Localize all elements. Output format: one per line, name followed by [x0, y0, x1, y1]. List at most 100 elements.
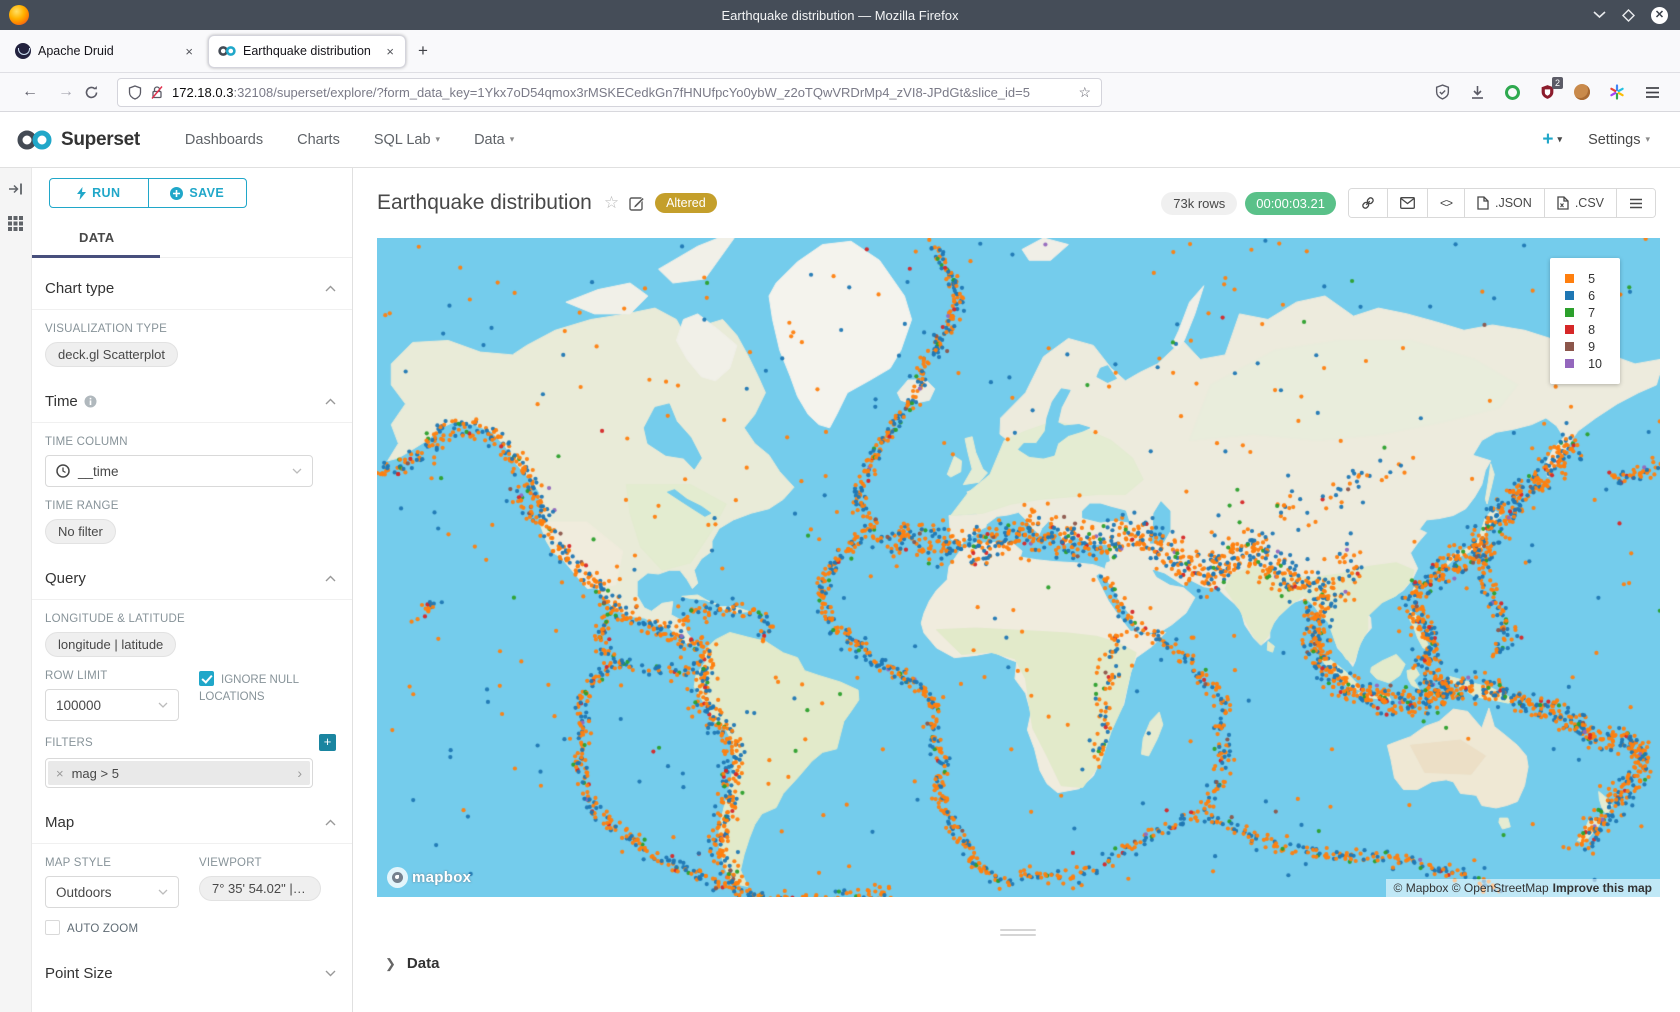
- viewport-label: VIEWPORT: [199, 857, 321, 869]
- menu-icon[interactable]: [1642, 82, 1662, 102]
- browser-toolbar: ← → 172.18.0.3:32108/superset/explore/?f…: [0, 73, 1680, 112]
- remove-filter-icon[interactable]: ×: [56, 766, 64, 781]
- copy-link-button[interactable]: [1349, 189, 1387, 217]
- forward-button[interactable]: →: [48, 83, 84, 101]
- chevron-right-icon: ❯: [385, 956, 396, 972]
- section-map[interactable]: Map: [32, 788, 352, 843]
- improve-map-link[interactable]: Improve this map: [1553, 881, 1652, 895]
- lonlat-label: LONGITUDE & LATITUDE: [45, 613, 336, 625]
- extension-green-icon[interactable]: [1502, 82, 1522, 102]
- nav-sql-lab[interactable]: SQL Lab▾: [357, 132, 457, 148]
- chart-header: Earthquake distribution ☆ Altered 73k ro…: [353, 168, 1680, 238]
- window-titlebar: Earthquake distribution — Mozilla Firefo…: [0, 0, 1680, 30]
- filter-value: mag > 5: [72, 766, 119, 781]
- nav-dashboards[interactable]: Dashboards: [168, 132, 280, 148]
- caret-down-icon: ▾: [1558, 134, 1563, 145]
- add-filter-button[interactable]: +: [319, 734, 336, 751]
- active-tab-indicator: [32, 255, 160, 258]
- caret-down-icon: ▾: [436, 134, 441, 145]
- chart-area: Earthquake distribution ☆ Altered 73k ro…: [353, 168, 1680, 1012]
- chevron-up-icon: [325, 285, 336, 292]
- tab-data[interactable]: DATA: [79, 230, 114, 245]
- tab-apache-druid[interactable]: Apache Druid ×: [6, 35, 204, 68]
- email-button[interactable]: [1387, 189, 1427, 217]
- tab-earthquake-distribution[interactable]: Earthquake distribution ×: [208, 35, 406, 68]
- map-container: 5 6 7 8 9 10 mapbox © Mapbox © OpenStree…: [377, 238, 1660, 897]
- chevron-down-icon: [325, 970, 336, 977]
- mapbox-logo[interactable]: mapbox: [387, 867, 471, 888]
- more-options-button[interactable]: [1616, 189, 1655, 217]
- minimize-icon[interactable]: [1593, 11, 1606, 19]
- favorite-star-icon[interactable]: ☆: [604, 193, 619, 213]
- section-time[interactable]: Time: [32, 367, 352, 422]
- nav-charts[interactable]: Charts: [280, 132, 357, 148]
- shield-icon[interactable]: [128, 85, 142, 100]
- map-canvas[interactable]: [377, 238, 1660, 897]
- maximize-icon[interactable]: [1622, 9, 1635, 22]
- close-tab-icon[interactable]: ×: [384, 44, 396, 59]
- map-attribution: © Mapbox © OpenStreetMap Improve this map: [1386, 879, 1660, 897]
- legend-item: 5: [1565, 270, 1602, 287]
- superset-logo[interactable]: Superset: [16, 128, 140, 152]
- legend-item: 9: [1565, 338, 1602, 355]
- embed-code-button[interactable]: <>: [1427, 189, 1464, 217]
- legend-item: 6: [1565, 287, 1602, 304]
- time-range-label: TIME RANGE: [45, 500, 336, 512]
- menu-icon: [1629, 198, 1643, 209]
- back-button[interactable]: ←: [12, 83, 48, 101]
- ublock-icon[interactable]: 2: [1537, 82, 1557, 102]
- ignore-null-control[interactable]: IGNORE NULL LOCATIONS: [199, 657, 309, 721]
- attribution-text[interactable]: © Mapbox © OpenStreetMap: [1394, 881, 1549, 895]
- data-panel-toggle[interactable]: ❯ Data: [385, 955, 439, 972]
- pinwheel-extension-icon[interactable]: [1607, 82, 1627, 102]
- row-count-badge: 73k rows: [1161, 192, 1237, 215]
- lonlat-pill[interactable]: longitude | latitude: [45, 632, 176, 657]
- dataset-grid-icon[interactable]: [8, 216, 23, 231]
- auto-zoom-control[interactable]: AUTO ZOOM: [45, 920, 336, 935]
- export-json-button[interactable]: .JSON: [1464, 189, 1544, 217]
- settings-menu[interactable]: Settings▾: [1588, 132, 1650, 148]
- workspace: RUN SAVE DATA Chart type VISUALIZATION T…: [0, 168, 1680, 1012]
- map-style-label: MAP STYLE: [45, 857, 179, 869]
- ignore-null-checkbox[interactable]: [199, 671, 214, 686]
- expand-panel-icon[interactable]: [8, 182, 23, 196]
- protections-shield-icon[interactable]: [1432, 82, 1452, 102]
- cookie-icon[interactable]: [1572, 82, 1592, 102]
- reload-icon[interactable]: [84, 85, 99, 100]
- superset-navbar: Superset Dashboards Charts SQL Lab▾ Data…: [0, 112, 1680, 168]
- close-icon[interactable]: ✕: [1651, 7, 1668, 24]
- lightning-icon: [77, 187, 86, 200]
- time-column-select[interactable]: __time: [45, 455, 313, 487]
- info-icon: [84, 395, 97, 408]
- bookmark-star-icon[interactable]: ☆: [1078, 84, 1091, 101]
- legend-swatch: [1565, 342, 1574, 351]
- url-bar[interactable]: 172.18.0.3:32108/superset/explore/?form_…: [117, 78, 1102, 107]
- run-button[interactable]: RUN: [50, 179, 148, 207]
- ublock-badge: 2: [1552, 77, 1563, 89]
- viz-type-pill[interactable]: deck.gl Scatterplot: [45, 342, 178, 367]
- save-button[interactable]: SAVE: [148, 179, 247, 207]
- legend-swatch: [1565, 359, 1574, 368]
- filter-control[interactable]: × mag > 5 ›: [45, 758, 313, 788]
- code-icon: <>: [1440, 196, 1452, 210]
- viewport-pill[interactable]: 7° 35' 54.02" | 31...: [199, 876, 321, 901]
- section-chart-type[interactable]: Chart type: [32, 258, 352, 309]
- export-csv-button[interactable]: .CSV: [1544, 189, 1616, 217]
- panel-resize-handle[interactable]: [1000, 929, 1036, 939]
- chevron-right-icon[interactable]: ›: [297, 765, 302, 781]
- nav-data[interactable]: Data▾: [457, 132, 531, 148]
- section-point-size[interactable]: Point Size: [32, 935, 352, 994]
- close-tab-icon[interactable]: ×: [183, 44, 195, 59]
- auto-zoom-checkbox[interactable]: [45, 920, 60, 935]
- legend-item: 10: [1565, 355, 1602, 372]
- row-limit-label: ROW LIMIT: [45, 670, 179, 682]
- edit-icon[interactable]: [629, 195, 645, 211]
- new-tab-button[interactable]: +: [408, 41, 438, 61]
- row-limit-select[interactable]: 100000: [45, 689, 179, 721]
- new-item-button[interactable]: +▾: [1542, 129, 1562, 151]
- downloads-icon[interactable]: [1467, 82, 1487, 102]
- section-query[interactable]: Query: [32, 544, 352, 599]
- insecure-lock-icon[interactable]: [150, 85, 164, 100]
- map-style-select[interactable]: Outdoors: [45, 876, 179, 908]
- time-range-pill[interactable]: No filter: [45, 519, 116, 544]
